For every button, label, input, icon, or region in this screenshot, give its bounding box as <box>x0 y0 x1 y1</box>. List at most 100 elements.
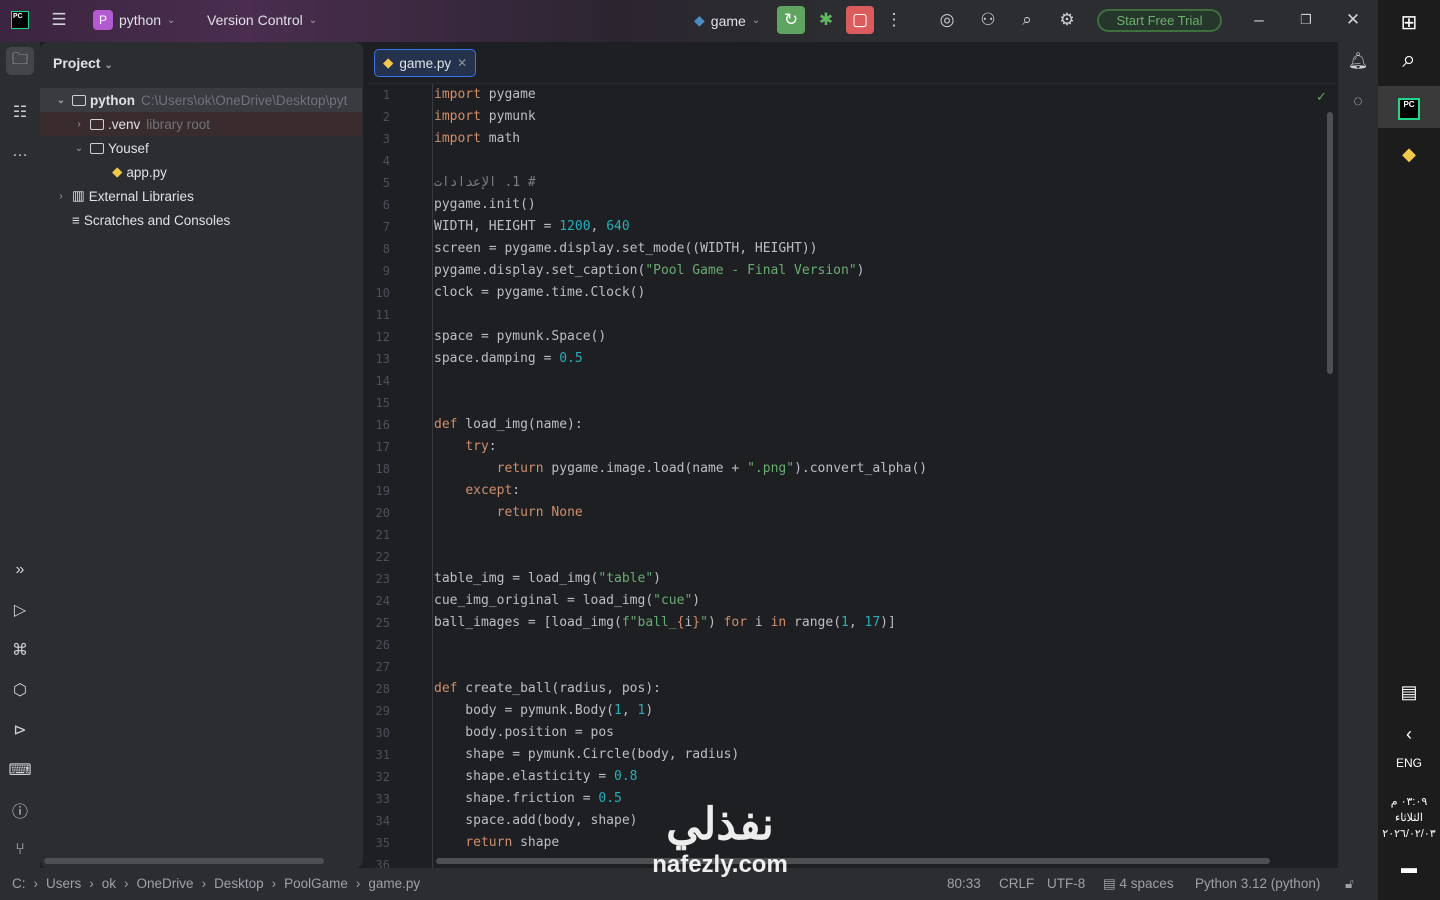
code-line[interactable]: 5 # 1. الإعدادات <box>368 172 1328 194</box>
code-line[interactable]: 1 import pygame <box>368 84 1328 106</box>
terminal-icon[interactable]: ⌨ <box>6 756 34 784</box>
code-line[interactable]: 11 <box>368 304 1328 326</box>
tab-game-py[interactable]: ◆ game.py ✕ <box>374 49 477 77</box>
horizontal-scrollbar[interactable] <box>44 858 324 864</box>
code-line[interactable]: 12 space = pymunk.Space() <box>368 326 1328 348</box>
code-line[interactable]: 34 space.add(body, shape) <box>368 810 1328 832</box>
taskbar-python-icon[interactable]: ◆ <box>1378 144 1440 165</box>
code-line[interactable]: 29 body = pymunk.Body(1, 1) <box>368 700 1328 722</box>
code-line[interactable]: 31 shape = pymunk.Circle(body, radius) <box>368 744 1328 766</box>
breadcrumb-item[interactable]: ok <box>102 876 116 891</box>
tree-item-venv[interactable]: › .venv library root <box>40 112 362 136</box>
run-services-icon[interactable]: ⊳ <box>6 716 34 744</box>
run-config-selector[interactable]: ◆ game ⌄ <box>694 12 760 29</box>
windows-start-icon[interactable]: ⊞ <box>1378 10 1440 35</box>
more-tools-icon[interactable]: … <box>6 138 34 166</box>
code-line[interactable]: 32 shape.elasticity = 0.8 <box>368 766 1328 788</box>
clock-day[interactable]: الثلاثاء <box>1378 811 1440 824</box>
stop-button[interactable]: ▢ <box>846 6 874 34</box>
code-line[interactable]: 19 except: <box>368 480 1328 502</box>
chevron-left-icon[interactable]: ‹ <box>1378 724 1440 745</box>
search-icon[interactable]: ⌕ <box>1378 46 1440 74</box>
code-line[interactable]: 23 table_img = load_img("table") <box>368 568 1328 590</box>
structure-icon[interactable]: ☷ <box>6 98 34 126</box>
file-encoding[interactable]: UTF-8 <box>1047 876 1085 891</box>
ai-chat-icon[interactable]: ◌ <box>1344 88 1372 116</box>
code-line[interactable]: 18 return pygame.image.load(name + ".png… <box>368 458 1328 480</box>
code-line[interactable]: 24 cue_img_original = load_img("cue") <box>368 590 1328 612</box>
close-icon[interactable]: ✕ <box>1339 6 1367 34</box>
code-line[interactable]: 35 return shape <box>368 832 1328 854</box>
code-line[interactable]: 13 space.damping = 0.5 <box>368 348 1328 370</box>
breadcrumb-item[interactable]: C: <box>12 876 26 891</box>
code-line[interactable]: 15 <box>368 392 1328 414</box>
code-line[interactable]: 28 def create_ball(radius, pos): <box>368 678 1328 700</box>
ai-assistant-icon[interactable]: ◎ <box>933 6 961 34</box>
add-user-icon[interactable]: ⚇ <box>974 6 1002 34</box>
project-selector[interactable]: P python ⌄ <box>93 10 175 30</box>
code-line[interactable]: 2 import pymunk <box>368 106 1328 128</box>
breadcrumb-item[interactable]: Desktop <box>214 876 264 891</box>
cursor-position[interactable]: 80:33 <box>947 876 981 891</box>
restore-icon[interactable]: ❐ <box>1292 6 1320 34</box>
no-problems-check-icon[interactable]: ✓ <box>1316 89 1327 105</box>
code-line[interactable]: 20 return None <box>368 502 1328 524</box>
code-line[interactable]: 16 def load_img(name): <box>368 414 1328 436</box>
news-widget-icon[interactable]: ▤ <box>1378 682 1440 703</box>
code-line[interactable]: 26 <box>368 634 1328 656</box>
more-options-icon[interactable]: ⋮ <box>880 6 908 34</box>
code-line[interactable]: 6 pygame.init() <box>368 194 1328 216</box>
code-editor[interactable]: ◆ game.py ✕ 1 import pygame 2 import pymunk… <box>368 42 1336 868</box>
run-icon[interactable]: ▷ <box>6 596 34 624</box>
language-indicator[interactable]: ENG <box>1378 756 1440 770</box>
vertical-scrollbar[interactable] <box>1327 112 1333 374</box>
code-line[interactable]: 8 screen = pygame.display.set_mode((WIDTH… <box>368 238 1328 260</box>
python-packages-icon[interactable]: ⌘ <box>6 636 34 664</box>
code-line[interactable]: 21 <box>368 524 1328 546</box>
close-tab-icon[interactable]: ✕ <box>457 56 467 70</box>
python-console-chevrons-icon[interactable]: » <box>6 556 34 584</box>
tree-item-app-py[interactable]: ◆ app.py <box>40 160 362 184</box>
clock-time[interactable]: ٠٣:٠٩ م <box>1378 795 1440 808</box>
project-panel-title[interactable]: Project ⌄ <box>53 55 113 71</box>
tree-item-python[interactable]: ⌄ python C:\Users\ok\OneDrive\Desktop\pyt <box>40 88 362 112</box>
notifications-bell-icon[interactable]: 🔔︎ <box>1344 47 1372 75</box>
code-line[interactable]: 7 WIDTH, HEIGHT = 1200, 640 <box>368 216 1328 238</box>
code-line[interactable]: 27 <box>368 656 1328 678</box>
notification-center-icon[interactable]: ▬ <box>1378 860 1440 878</box>
rerun-button[interactable]: ↻ <box>777 6 805 34</box>
code-line[interactable]: 14 <box>368 370 1328 392</box>
clock-date[interactable]: ٢٠٢٦/٠٢/٠٣ <box>1378 827 1440 840</box>
code-line[interactable]: 22 <box>368 546 1328 568</box>
debug-bug-icon[interactable]: ✱ <box>812 6 840 34</box>
taskbar-pycharm[interactable]: PC <box>1378 86 1440 128</box>
code-line[interactable]: 9 pygame.display.set_caption("Pool Game -… <box>368 260 1328 282</box>
search-icon[interactable]: ⌕ <box>1013 6 1041 34</box>
tree-item-external-libraries[interactable]: › ▥ External Libraries <box>40 184 362 208</box>
code-line[interactable]: 30 body.position = pos <box>368 722 1328 744</box>
tree-item-yousef[interactable]: ⌄ Yousef <box>40 136 362 160</box>
start-free-trial-button[interactable]: Start Free Trial <box>1097 9 1222 32</box>
code-line[interactable]: 17 try: <box>368 436 1328 458</box>
minimize-icon[interactable]: – <box>1245 6 1273 34</box>
line-separator[interactable]: CRLF <box>999 876 1034 891</box>
breadcrumb-item[interactable]: game.py <box>368 876 420 891</box>
code-line[interactable]: 25 ball_images = [load_img(f"ball_{i}") f… <box>368 612 1328 634</box>
code-line[interactable]: 4 <box>368 150 1328 172</box>
code-line[interactable]: 10 clock = pygame.time.Clock() <box>368 282 1328 304</box>
code-area[interactable]: 1 import pygame 2 import pymunk 3 import math… <box>368 84 1328 868</box>
gear-icon[interactable]: ⚙ <box>1053 6 1081 34</box>
breadcrumb-item[interactable]: Users <box>46 876 81 891</box>
breadcrumb-item[interactable]: OneDrive <box>137 876 194 891</box>
main-menu-icon[interactable]: ☰ <box>45 6 73 34</box>
code-line[interactable]: 33 shape.friction = 0.5 <box>368 788 1328 810</box>
git-icon[interactable]: ⑂ <box>6 836 34 864</box>
breadcrumb-item[interactable]: PoolGame <box>284 876 348 891</box>
services-icon[interactable]: ⬡ <box>6 676 34 704</box>
version-control-menu[interactable]: Version Control ⌄ <box>207 12 317 28</box>
problems-icon[interactable]: ⓘ <box>6 796 34 824</box>
indent-setting[interactable]: ▤ 4 spaces <box>1103 876 1174 892</box>
app-logo[interactable]: PC <box>11 11 29 29</box>
code-line[interactable]: 3 import math <box>368 128 1328 150</box>
tree-item-scratches[interactable]: ≡ Scratches and Consoles <box>40 208 362 232</box>
